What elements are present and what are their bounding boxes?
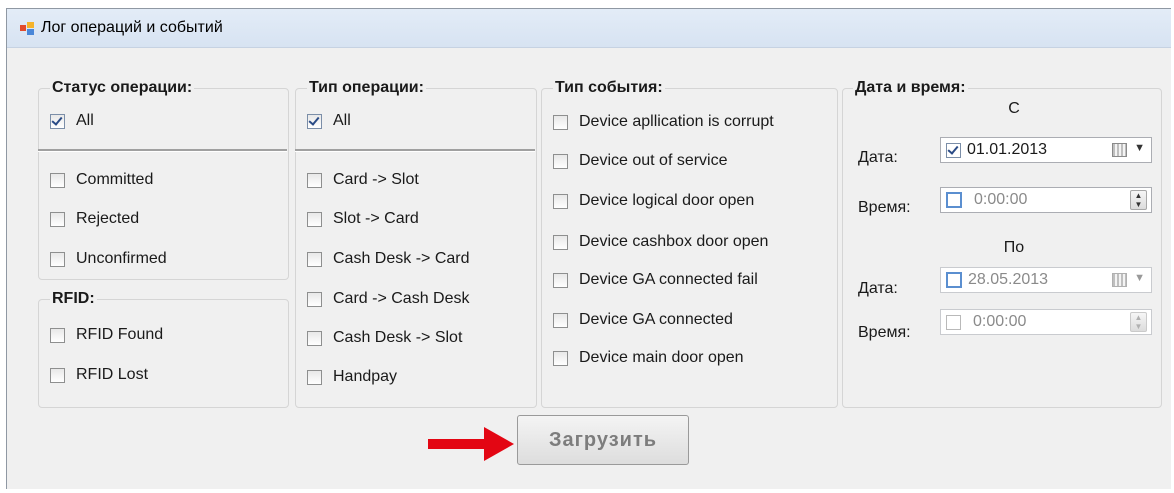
calendar-icon[interactable] [1112, 143, 1127, 157]
op-cashdesk-slot-box[interactable] [307, 330, 322, 346]
status-rejected-box[interactable] [50, 211, 65, 227]
from-time-value: 0:00:00 [974, 191, 1028, 208]
rfid-found-box[interactable] [50, 327, 65, 343]
dropdown-arrow-icon[interactable]: ▼ [1134, 272, 1145, 284]
rfid-lost-checkbox[interactable]: RFID Lost [50, 364, 148, 386]
time-spinner-icon[interactable]: ▲ ▼ [1130, 312, 1147, 332]
rfid-group [38, 299, 289, 408]
rfid-found-checkbox[interactable]: RFID Found [50, 324, 163, 346]
status-committed-checkbox[interactable]: Committed [50, 169, 153, 191]
rfid-found-label: RFID Found [76, 326, 164, 343]
status-group-title: Статус операции: [50, 79, 195, 97]
to-label: По [1003, 239, 1025, 256]
event-cashbox-door-checkbox[interactable]: Device cashbox door open [553, 231, 768, 253]
status-all-label: All [76, 112, 94, 129]
app-icon [20, 22, 34, 35]
event-logical-door-label: Device logical door open [579, 192, 755, 209]
op-cashdesk-card-label: Cash Desk -> Card [333, 250, 470, 267]
event-logical-door-checkbox[interactable]: Device logical door open [553, 190, 754, 212]
to-date-label: Дата: [858, 280, 898, 297]
from-date-label: Дата: [858, 149, 898, 166]
status-rejected-checkbox[interactable]: Rejected [50, 208, 139, 230]
from-date-picker[interactable]: 01.01.2013 ▼ [940, 137, 1152, 163]
event-corrupt-label: Device apllication is corrupt [579, 113, 774, 130]
from-label: С [1008, 100, 1020, 117]
event-out-of-service-label: Device out of service [579, 152, 728, 169]
op-cashdesk-card-box[interactable] [307, 251, 322, 267]
event-main-door-checkbox[interactable]: Device main door open [553, 347, 744, 369]
event-ga-connected-label: Device GA connected [579, 311, 733, 328]
to-time-value: 0:00:00 [973, 313, 1027, 330]
op-all-box[interactable] [307, 113, 322, 129]
event-type-group-title: Тип события: [553, 79, 665, 97]
status-unconfirmed-box[interactable] [50, 251, 65, 267]
event-out-of-service-box[interactable] [553, 153, 568, 169]
status-unconfirmed-checkbox[interactable]: Unconfirmed [50, 248, 167, 270]
from-date-checkbox[interactable] [946, 142, 961, 158]
op-cashdesk-card-checkbox[interactable]: Cash Desk -> Card [307, 248, 470, 270]
event-main-door-label: Device main door open [579, 349, 744, 366]
op-card-cashdesk-checkbox[interactable]: Card -> Cash Desk [307, 288, 470, 310]
op-card-cashdesk-box[interactable] [307, 291, 322, 307]
from-time-checkbox[interactable] [946, 192, 962, 208]
op-cashdesk-slot-label: Cash Desk -> Slot [333, 329, 463, 346]
to-date-picker[interactable]: 28.05.2013 ▼ [940, 267, 1152, 293]
op-all-checkbox[interactable]: All [307, 110, 351, 132]
op-type-group-title: Тип операции: [307, 79, 426, 97]
window-title: Лог операций и событий [41, 19, 223, 36]
op-slot-card-label: Slot -> Card [333, 210, 419, 227]
op-separator [295, 149, 535, 152]
event-main-door-box[interactable] [553, 350, 568, 366]
event-ga-fail-box[interactable] [553, 272, 568, 288]
status-all-checkbox[interactable]: All [50, 110, 94, 132]
op-handpay-checkbox[interactable]: Handpay [307, 366, 397, 388]
to-time-picker[interactable]: 0:00:00 ▲ ▼ [940, 309, 1152, 335]
from-time-picker[interactable]: 0:00:00 ▲ ▼ [940, 187, 1152, 213]
op-slot-card-box[interactable] [307, 211, 322, 227]
event-corrupt-box[interactable] [553, 114, 568, 130]
datetime-group-title: Дата и время: [853, 79, 968, 97]
op-card-slot-box[interactable] [307, 172, 322, 188]
title-bar: Лог операций и событий [7, 9, 1171, 48]
status-committed-box[interactable] [50, 172, 65, 188]
dropdown-arrow-icon[interactable]: ▼ [1134, 142, 1145, 154]
to-time-label: Время: [858, 324, 911, 341]
status-committed-label: Committed [76, 171, 154, 188]
to-time-checkbox[interactable] [946, 314, 961, 330]
event-ga-fail-label: Device GA connected fail [579, 271, 758, 288]
rfid-lost-box[interactable] [50, 367, 65, 383]
event-cashbox-door-box[interactable] [553, 234, 568, 250]
calendar-icon[interactable] [1112, 273, 1127, 287]
op-handpay-label: Handpay [333, 368, 398, 385]
status-separator [38, 149, 287, 152]
from-time-label: Время: [858, 199, 911, 216]
op-handpay-box[interactable] [307, 369, 322, 385]
op-slot-card-checkbox[interactable]: Slot -> Card [307, 208, 419, 230]
load-button[interactable]: Загрузить [517, 415, 689, 465]
op-card-cashdesk-label: Card -> Cash Desk [333, 290, 470, 307]
op-all-label: All [333, 112, 351, 129]
red-arrow-icon [428, 427, 514, 461]
status-all-box[interactable] [50, 113, 65, 129]
event-corrupt-checkbox[interactable]: Device apllication is corrupt [553, 111, 774, 133]
op-cashdesk-slot-checkbox[interactable]: Cash Desk -> Slot [307, 327, 462, 349]
time-spinner-icon[interactable]: ▲ ▼ [1130, 190, 1147, 210]
event-cashbox-door-label: Device cashbox door open [579, 233, 769, 250]
event-logical-door-box[interactable] [553, 193, 568, 209]
op-card-slot-checkbox[interactable]: Card -> Slot [307, 169, 419, 191]
rfid-group-title: RFID: [50, 290, 97, 308]
event-out-of-service-checkbox[interactable]: Device out of service [553, 150, 728, 172]
to-date-checkbox[interactable] [946, 272, 962, 288]
event-ga-connected-checkbox[interactable]: Device GA connected [553, 309, 733, 331]
status-rejected-label: Rejected [76, 210, 140, 227]
event-ga-connected-box[interactable] [553, 312, 568, 328]
event-ga-fail-checkbox[interactable]: Device GA connected fail [553, 269, 758, 291]
status-unconfirmed-label: Unconfirmed [76, 250, 167, 267]
op-card-slot-label: Card -> Slot [333, 171, 419, 188]
rfid-lost-label: RFID Lost [76, 366, 149, 383]
